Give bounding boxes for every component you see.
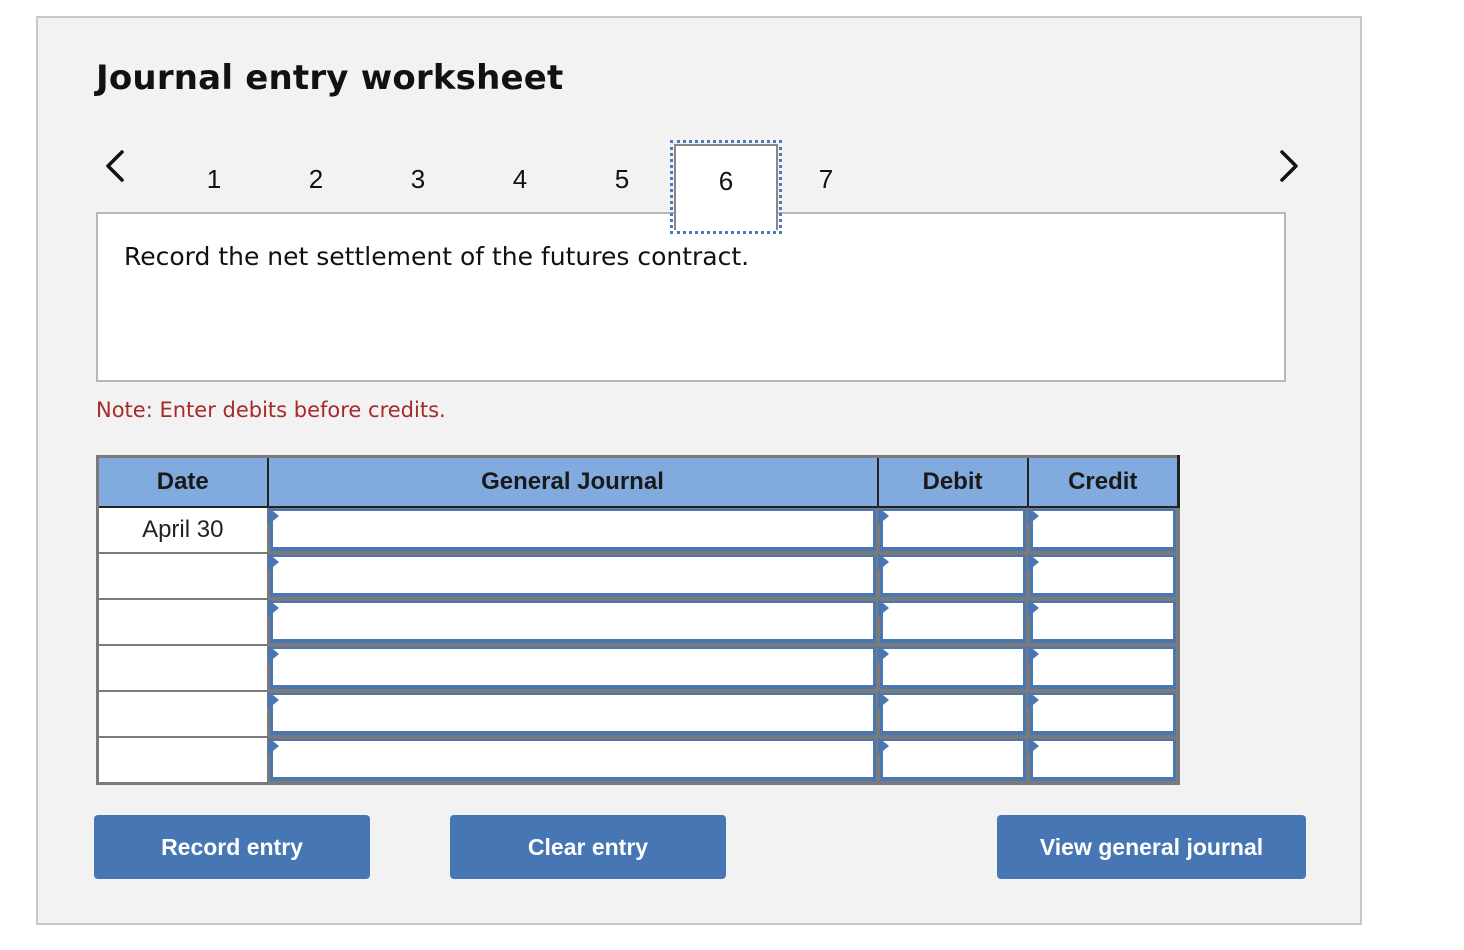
dropdown-indicator-icon [1027, 507, 1039, 525]
debit-input[interactable] [879, 693, 1026, 735]
step-tab-4[interactable]: 4 [490, 146, 550, 212]
step-tab-2[interactable]: 2 [286, 146, 346, 212]
step-tab-1[interactable]: 1 [184, 146, 244, 212]
account-dropdown-input[interactable] [269, 509, 876, 551]
dropdown-indicator-icon [267, 691, 279, 709]
record-entry-button[interactable]: Record entry [94, 815, 370, 879]
column-header-date: Date [96, 455, 269, 508]
credit-cell [1026, 552, 1180, 600]
debit-cell [876, 736, 1029, 785]
credit-cell [1026, 598, 1180, 646]
step-tab-5[interactable]: 5 [592, 146, 652, 212]
dropdown-indicator-icon [1027, 553, 1039, 571]
table-row: April 30 [96, 506, 1180, 554]
table-row [96, 552, 1180, 600]
clear-entry-button[interactable]: Clear entry [450, 815, 726, 879]
debit-input[interactable] [879, 509, 1026, 551]
column-header-credit: Credit [1026, 455, 1180, 508]
next-step-button[interactable] [1270, 146, 1306, 186]
chevron-left-icon [106, 150, 124, 182]
dropdown-indicator-icon [267, 507, 279, 525]
debit-input[interactable] [879, 555, 1026, 597]
date-cell[interactable] [96, 552, 269, 600]
view-general-journal-button[interactable]: View general journal [997, 815, 1306, 879]
debit-cell [876, 506, 1029, 554]
debit-cell [876, 552, 1029, 600]
step-tab-6-active[interactable]: 6 [670, 140, 782, 234]
dropdown-indicator-icon [877, 645, 889, 663]
account-dropdown-input[interactable] [269, 647, 876, 689]
entry-note: Note: Enter debits before credits. [96, 398, 446, 422]
dropdown-indicator-icon [877, 691, 889, 709]
dropdown-indicator-icon [1027, 691, 1039, 709]
instruction-text: Record the net settlement of the futures… [124, 242, 750, 271]
account-dropdown-cell [266, 644, 879, 692]
debit-cell [876, 598, 1029, 646]
step-tab-3[interactable]: 3 [388, 146, 448, 212]
chevron-right-icon [1280, 150, 1298, 182]
journal-entry-table: Date General Journal Debit Credit April … [96, 455, 1180, 785]
debit-input[interactable] [879, 601, 1026, 643]
account-dropdown-input[interactable] [269, 693, 876, 735]
credit-cell [1026, 690, 1180, 738]
table-row [96, 598, 1180, 646]
account-dropdown-input[interactable] [269, 601, 876, 643]
debit-cell [876, 690, 1029, 738]
credit-input[interactable] [1029, 693, 1176, 735]
table-row [96, 736, 1180, 785]
dropdown-indicator-icon [267, 599, 279, 617]
step-tab-7[interactable]: 7 [796, 146, 856, 212]
column-header-general-journal: General Journal [266, 455, 879, 508]
journal-worksheet-panel: Journal entry worksheet 1 2 3 4 5 6 7 Re… [36, 16, 1362, 925]
date-cell[interactable] [96, 644, 269, 692]
account-dropdown-input[interactable] [269, 555, 876, 597]
table-header-row: Date General Journal Debit Credit [96, 455, 1180, 508]
account-dropdown-cell [266, 552, 879, 600]
account-dropdown-input[interactable] [269, 739, 876, 781]
dropdown-indicator-icon [877, 599, 889, 617]
credit-input[interactable] [1029, 647, 1176, 689]
instruction-box: Record the net settlement of the futures… [96, 212, 1286, 382]
dropdown-indicator-icon [877, 553, 889, 571]
dropdown-indicator-icon [267, 553, 279, 571]
credit-input[interactable] [1029, 555, 1176, 597]
date-cell[interactable] [96, 598, 269, 646]
account-dropdown-cell [266, 506, 879, 554]
credit-input[interactable] [1029, 739, 1176, 781]
dropdown-indicator-icon [1027, 645, 1039, 663]
account-dropdown-cell [266, 736, 879, 785]
debit-input[interactable] [879, 647, 1026, 689]
worksheet-title: Journal entry worksheet [96, 58, 564, 98]
credit-cell [1026, 506, 1180, 554]
dropdown-indicator-icon [877, 507, 889, 525]
date-cell[interactable] [96, 736, 269, 785]
table-row [96, 690, 1180, 738]
credit-cell [1026, 736, 1180, 785]
account-dropdown-cell [266, 598, 879, 646]
date-cell[interactable] [96, 690, 269, 738]
credit-input[interactable] [1029, 601, 1176, 643]
credit-input[interactable] [1029, 509, 1176, 551]
dropdown-indicator-icon [267, 645, 279, 663]
date-cell[interactable]: April 30 [96, 506, 269, 554]
credit-cell [1026, 644, 1180, 692]
dropdown-indicator-icon [1027, 599, 1039, 617]
debit-cell [876, 644, 1029, 692]
previous-step-button[interactable] [98, 146, 134, 186]
table-row [96, 644, 1180, 692]
dropdown-indicator-icon [1027, 737, 1039, 755]
account-dropdown-cell [266, 690, 879, 738]
dropdown-indicator-icon [877, 737, 889, 755]
column-header-debit: Debit [876, 455, 1029, 508]
dropdown-indicator-icon [267, 737, 279, 755]
debit-input[interactable] [879, 739, 1026, 781]
